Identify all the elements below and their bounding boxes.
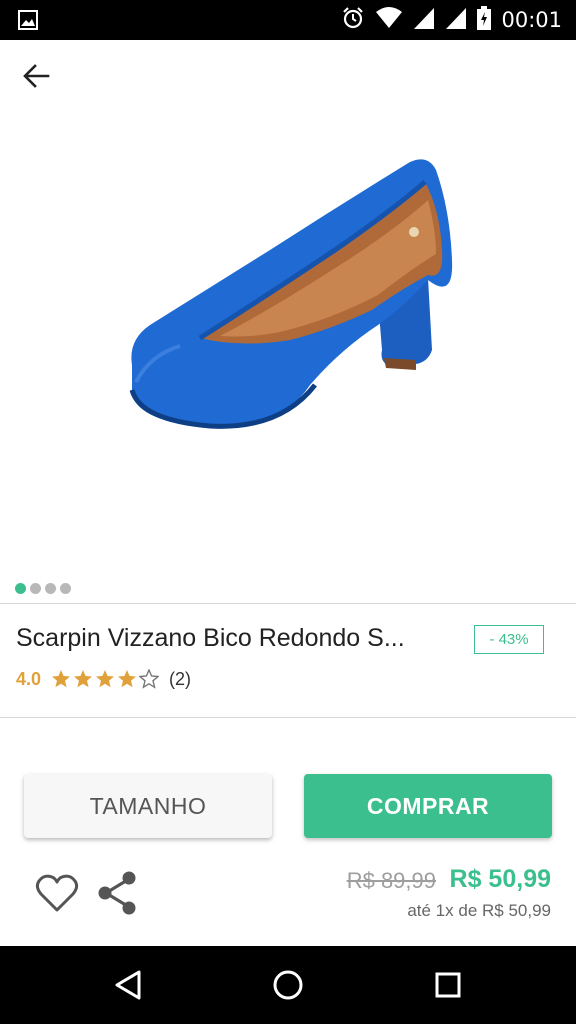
divider — [0, 717, 576, 718]
rating-stars — [51, 669, 160, 689]
new-price: R$ 50,99 — [449, 865, 551, 893]
carousel-dot[interactable] — [15, 583, 26, 594]
recents-square-icon — [435, 972, 461, 998]
old-price: R$ 89,99 — [346, 868, 436, 893]
alarm-icon — [341, 6, 365, 35]
nav-recents-button[interactable] — [418, 960, 478, 1010]
divider — [0, 603, 576, 604]
wifi-icon — [375, 6, 403, 35]
arrow-back-icon — [23, 64, 50, 88]
carousel-dot[interactable] — [30, 583, 41, 594]
star-filled-icon — [118, 670, 137, 688]
heart-icon — [35, 874, 79, 912]
star-empty-icon — [139, 669, 160, 689]
star-filled-icon — [96, 670, 115, 688]
battery-icon — [477, 5, 492, 35]
favorite-button[interactable] — [34, 870, 80, 916]
buy-button[interactable]: COMPRAR — [304, 774, 552, 838]
product-image[interactable] — [110, 150, 470, 440]
carousel-dot[interactable] — [60, 583, 71, 594]
share-icon — [98, 871, 136, 915]
image-carousel-indicator[interactable] — [15, 583, 71, 594]
discount-badge: - 43% — [474, 625, 544, 654]
status-clock: 00:01 — [501, 8, 562, 32]
status-bar: 00:01 — [0, 0, 576, 40]
nav-home-button[interactable] — [258, 960, 318, 1010]
star-filled-icon — [74, 670, 93, 688]
installment-text: até 1x de R$ 50,99 — [407, 901, 551, 920]
nav-back-button[interactable] — [98, 960, 158, 1010]
signal-icon — [413, 6, 435, 35]
star-filled-icon — [52, 670, 71, 688]
image-icon — [18, 10, 38, 35]
navigation-bar — [0, 946, 576, 1024]
rating-row[interactable]: 4.0 (2) — [16, 666, 191, 692]
back-button[interactable] — [14, 56, 58, 96]
signal-icon — [445, 6, 467, 35]
product-title: Scarpin Vizzano Bico Redondo S... — [16, 624, 405, 652]
home-circle-icon — [273, 970, 303, 1000]
back-triangle-icon — [115, 970, 141, 1000]
share-button[interactable] — [94, 868, 140, 918]
carousel-dot[interactable] — [45, 583, 56, 594]
rating-count: (2) — [169, 668, 192, 689]
size-button[interactable]: TAMANHO — [24, 774, 272, 838]
rating-value: 4.0 — [16, 668, 42, 689]
